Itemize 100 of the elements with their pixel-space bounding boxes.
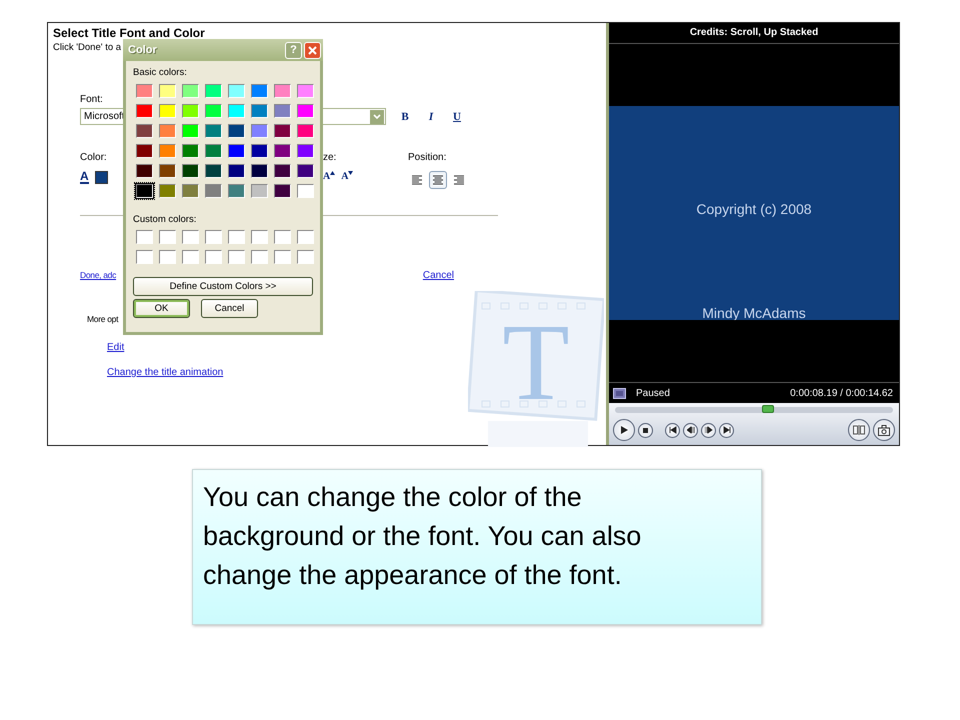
color-swatch[interactable] [136,104,153,118]
snapshot-button[interactable] [873,419,895,442]
color-swatch[interactable] [205,124,222,138]
close-icon [308,46,317,54]
cancel-link[interactable]: Cancel [422,270,454,281]
split-button[interactable] [848,419,870,442]
color-swatch[interactable] [136,184,153,198]
color-swatch[interactable] [182,184,199,198]
custom-color-slot[interactable] [205,250,222,264]
color-swatch[interactable] [205,184,222,198]
font-color-button[interactable]: A [80,171,89,184]
color-swatch[interactable] [136,84,153,98]
color-swatch[interactable] [205,84,222,98]
color-swatch[interactable] [182,124,199,138]
color-swatch[interactable] [251,184,268,198]
color-swatch[interactable] [297,164,314,178]
seek-bar[interactable] [615,407,893,414]
custom-color-slot[interactable] [228,230,245,244]
color-swatch[interactable] [159,124,176,138]
color-swatch[interactable] [159,184,176,198]
stop-button[interactable] [638,422,653,438]
color-swatch[interactable] [274,84,291,98]
custom-color-slot[interactable] [297,230,314,244]
color-swatch[interactable] [297,84,314,98]
decrease-size-button[interactable]: A [341,171,354,182]
color-swatch[interactable] [251,84,268,98]
animation-link[interactable]: Change the title animation [107,367,224,378]
custom-color-slot[interactable] [205,230,222,244]
color-swatch[interactable] [274,144,291,158]
seek-thumb[interactable] [762,405,774,414]
define-custom-colors-button[interactable]: Define Custom Colors >> [133,277,313,296]
custom-color-slot[interactable] [136,230,153,244]
color-swatch[interactable] [136,164,153,178]
color-swatch[interactable] [159,144,176,158]
color-swatch[interactable] [136,144,153,158]
custom-color-slot[interactable] [159,230,176,244]
caption-text: You can change the color of the background or the font. You can also change the appearance of the font. [192,469,762,625]
font-style-button[interactable]: I [424,110,438,122]
color-swatch[interactable] [182,164,199,178]
align-button[interactable] [429,171,447,189]
color-swatch[interactable] [228,84,245,98]
next-button[interactable] [719,422,734,438]
color-swatch[interactable] [251,164,268,178]
play-button[interactable] [613,419,635,442]
custom-color-slot[interactable] [251,230,268,244]
chevron-down-icon [373,114,381,120]
color-swatch[interactable] [274,184,291,198]
color-swatch[interactable] [182,84,199,98]
color-swatch[interactable] [297,144,314,158]
step-back-button[interactable] [683,422,698,438]
color-swatch[interactable] [159,104,176,118]
color-swatch[interactable] [159,84,176,98]
stop-icon [643,428,648,433]
color-swatch[interactable] [228,164,245,178]
font-style-button[interactable]: U [450,110,464,122]
color-swatch[interactable] [228,124,245,138]
color-swatch[interactable] [274,124,291,138]
cancel-button[interactable]: Cancel [201,299,258,318]
increase-size-button[interactable]: A [323,171,336,182]
color-swatch[interactable] [274,104,291,118]
background-color-button[interactable] [94,171,108,184]
ok-button[interactable]: OK [133,299,190,318]
custom-color-slot[interactable] [182,250,199,264]
color-swatch[interactable] [251,144,268,158]
custom-color-slot[interactable] [297,250,314,264]
color-swatch[interactable] [297,124,314,138]
color-swatch[interactable] [228,184,245,198]
monitor-icon [613,388,626,399]
color-swatch[interactable] [297,104,314,118]
color-swatch[interactable] [182,144,199,158]
color-swatch[interactable] [205,164,222,178]
basic-colors-label: Basic colors: [133,67,188,78]
custom-color-slot[interactable] [182,230,199,244]
custom-color-slot[interactable] [274,230,291,244]
color-swatch[interactable] [205,104,222,118]
done-link[interactable]: Done, adc [80,270,116,281]
color-swatch[interactable] [205,144,222,158]
step-forward-button[interactable] [701,422,716,438]
step-back-icon [686,426,694,434]
color-swatch[interactable] [297,184,314,198]
position-label: Position: [408,152,448,163]
font-label: Font: [80,94,104,105]
font-style-button[interactable]: B [398,110,412,122]
edit-text-link[interactable]: Edit [107,342,124,353]
color-swatch[interactable] [251,104,268,118]
color-swatch[interactable] [182,104,199,118]
color-swatch[interactable] [136,124,153,138]
custom-color-slot[interactable] [136,250,153,264]
previous-button[interactable] [665,422,680,438]
size-label: ze: [323,152,338,163]
color-swatch[interactable] [251,124,268,138]
color-swatch[interactable] [228,104,245,118]
close-button[interactable] [304,42,321,58]
color-swatch[interactable] [274,164,291,178]
custom-color-slot[interactable] [274,250,291,264]
custom-color-slot[interactable] [159,250,176,264]
custom-color-slot[interactable] [251,250,268,264]
custom-color-slot[interactable] [228,250,245,264]
color-swatch[interactable] [159,164,176,178]
color-swatch[interactable] [228,144,245,158]
